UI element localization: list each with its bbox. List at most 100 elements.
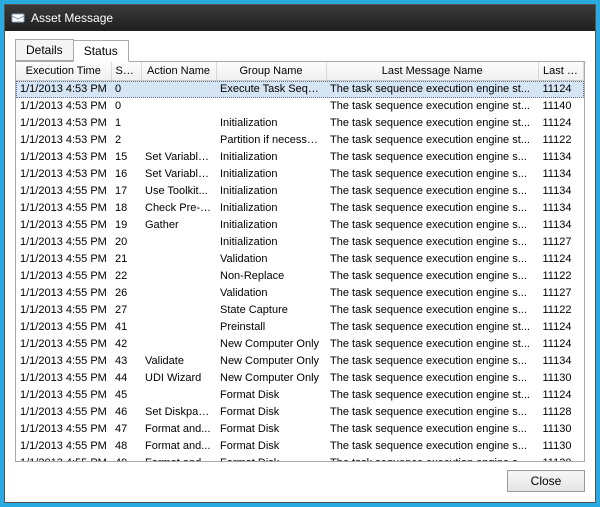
col-header-last-message-id[interactable]: Last Mes: [539, 62, 584, 81]
table-row[interactable]: 1/1/2013 4:55 PM18Check Pre-r...Initiali…: [16, 200, 584, 217]
cell-last-message: The task sequence execution engine st...: [326, 387, 539, 404]
tab-page-status: Execution Time Step Action Name Group Na…: [15, 61, 585, 462]
table-row[interactable]: 1/1/2013 4:55 PM43ValidateNew Computer O…: [16, 353, 584, 370]
cell-action-name: Set Diskpart...: [141, 404, 216, 421]
cell-action-name: Use Toolkit...: [141, 183, 216, 200]
table-row[interactable]: 1/1/2013 4:55 PM41PreinstallThe task seq…: [16, 319, 584, 336]
cell-execution-time: 1/1/2013 4:55 PM: [16, 387, 111, 404]
cell-execution-time: 1/1/2013 4:55 PM: [16, 370, 111, 387]
cell-last-message: The task sequence execution engine s...: [326, 200, 539, 217]
col-header-action-name[interactable]: Action Name: [141, 62, 216, 81]
cell-action-name: Format and...: [141, 421, 216, 438]
titlebar[interactable]: Asset Message: [5, 5, 595, 31]
cell-step: 43: [111, 353, 141, 370]
cell-action-name: [141, 234, 216, 251]
cell-execution-time: 1/1/2013 4:55 PM: [16, 251, 111, 268]
cell-last-message: The task sequence execution engine s...: [326, 183, 539, 200]
table-row[interactable]: 1/1/2013 4:55 PM49Format and...Format Di…: [16, 455, 584, 462]
cell-last-message-id: 11124: [539, 387, 584, 404]
cell-step: 46: [111, 404, 141, 421]
grid-scroll[interactable]: Execution Time Step Action Name Group Na…: [16, 62, 584, 461]
cell-last-message: The task sequence execution engine s...: [326, 438, 539, 455]
cell-execution-time: 1/1/2013 4:55 PM: [16, 268, 111, 285]
table-row[interactable]: 1/1/2013 4:55 PM44UDI WizardNew Computer…: [16, 370, 584, 387]
cell-action-name: [141, 387, 216, 404]
cell-step: 49: [111, 455, 141, 462]
table-row[interactable]: 1/1/2013 4:53 PM16Set Variable...Initial…: [16, 166, 584, 183]
cell-group-name: Initialization: [216, 200, 326, 217]
col-header-step[interactable]: Step: [111, 62, 141, 81]
cell-last-message-id: 11134: [539, 200, 584, 217]
cell-last-message: The task sequence execution engine st...: [326, 81, 539, 98]
cell-group-name: Format Disk: [216, 404, 326, 421]
cell-group-name: Initialization: [216, 149, 326, 166]
cell-last-message: The task sequence execution engine s...: [326, 251, 539, 268]
cell-group-name: New Computer Only: [216, 370, 326, 387]
cell-execution-time: 1/1/2013 4:55 PM: [16, 217, 111, 234]
cell-group-name: Format Disk: [216, 421, 326, 438]
table-row[interactable]: 1/1/2013 4:53 PM1InitializationThe task …: [16, 115, 584, 132]
table-row[interactable]: 1/1/2013 4:55 PM48Format and...Format Di…: [16, 438, 584, 455]
cell-execution-time: 1/1/2013 4:55 PM: [16, 285, 111, 302]
cell-last-message-id: 11130: [539, 421, 584, 438]
table-row[interactable]: 1/1/2013 4:55 PM17Use Toolkit...Initiali…: [16, 183, 584, 200]
cell-last-message: The task sequence execution engine s...: [326, 268, 539, 285]
cell-execution-time: 1/1/2013 4:55 PM: [16, 336, 111, 353]
close-button[interactable]: Close: [507, 470, 585, 492]
col-header-execution-time[interactable]: Execution Time: [16, 62, 111, 81]
table-row[interactable]: 1/1/2013 4:55 PM19GatherInitializationTh…: [16, 217, 584, 234]
tab-details[interactable]: Details: [15, 39, 74, 61]
cell-action-name: Format and...: [141, 438, 216, 455]
table-row[interactable]: 1/1/2013 4:55 PM26ValidationThe task seq…: [16, 285, 584, 302]
grid-wrap: Execution Time Step Action Name Group Na…: [16, 62, 584, 461]
table-row[interactable]: 1/1/2013 4:55 PM21ValidationThe task seq…: [16, 251, 584, 268]
table-row[interactable]: 1/1/2013 4:55 PM45Format DiskThe task se…: [16, 387, 584, 404]
cell-step: 15: [111, 149, 141, 166]
cell-group-name: Format Disk: [216, 438, 326, 455]
table-row[interactable]: 1/1/2013 4:55 PM47Format and...Format Di…: [16, 421, 584, 438]
cell-step: 19: [111, 217, 141, 234]
cell-execution-time: 1/1/2013 4:55 PM: [16, 302, 111, 319]
cell-execution-time: 1/1/2013 4:55 PM: [16, 438, 111, 455]
table-row[interactable]: 1/1/2013 4:53 PM2Partition if necessaryT…: [16, 132, 584, 149]
col-header-group-name[interactable]: Group Name: [216, 62, 326, 81]
cell-action-name: [141, 132, 216, 149]
table-row[interactable]: 1/1/2013 4:53 PM15Set Variable...Initial…: [16, 149, 584, 166]
cell-execution-time: 1/1/2013 4:55 PM: [16, 234, 111, 251]
cell-last-message-id: 11124: [539, 336, 584, 353]
cell-action-name: UDI Wizard: [141, 370, 216, 387]
cell-last-message-id: 11122: [539, 268, 584, 285]
cell-group-name: Validation: [216, 251, 326, 268]
cell-action-name: Check Pre-r...: [141, 200, 216, 217]
cell-last-message-id: 11134: [539, 217, 584, 234]
tab-strip: Details Status: [15, 39, 585, 61]
cell-execution-time: 1/1/2013 4:55 PM: [16, 353, 111, 370]
table-row[interactable]: 1/1/2013 4:55 PM22Non-ReplaceThe task se…: [16, 268, 584, 285]
table-row[interactable]: 1/1/2013 4:55 PM27State CaptureThe task …: [16, 302, 584, 319]
cell-step: 44: [111, 370, 141, 387]
cell-last-message: The task sequence execution engine st...: [326, 319, 539, 336]
cell-group-name: Execute Task Sequence: [216, 81, 326, 98]
table-row[interactable]: 1/1/2013 4:55 PM46Set Diskpart...Format …: [16, 404, 584, 421]
cell-group-name: Initialization: [216, 115, 326, 132]
cell-last-message-id: 11127: [539, 234, 584, 251]
cell-last-message: The task sequence execution engine st...: [326, 132, 539, 149]
cell-last-message-id: 11122: [539, 132, 584, 149]
cell-last-message-id: 11134: [539, 353, 584, 370]
cell-last-message-id: 11127: [539, 285, 584, 302]
table-row[interactable]: 1/1/2013 4:53 PM0The task sequence execu…: [16, 98, 584, 115]
cell-execution-time: 1/1/2013 4:53 PM: [16, 149, 111, 166]
cell-action-name: [141, 98, 216, 115]
client-area: Details Status Execution Time Step: [5, 31, 595, 502]
table-row[interactable]: 1/1/2013 4:53 PM0Execute Task SequenceTh…: [16, 81, 584, 98]
cell-last-message: The task sequence execution engine s...: [326, 149, 539, 166]
cell-action-name: Gather: [141, 217, 216, 234]
cell-last-message: The task sequence execution engine s...: [326, 166, 539, 183]
tab-status[interactable]: Status: [73, 40, 129, 62]
app-icon: [11, 11, 25, 25]
cell-last-message-id: 11130: [539, 438, 584, 455]
table-row[interactable]: 1/1/2013 4:55 PM20InitializationThe task…: [16, 234, 584, 251]
col-header-last-message[interactable]: Last Message Name: [326, 62, 539, 81]
cell-step: 20: [111, 234, 141, 251]
table-row[interactable]: 1/1/2013 4:55 PM42New Computer OnlyThe t…: [16, 336, 584, 353]
